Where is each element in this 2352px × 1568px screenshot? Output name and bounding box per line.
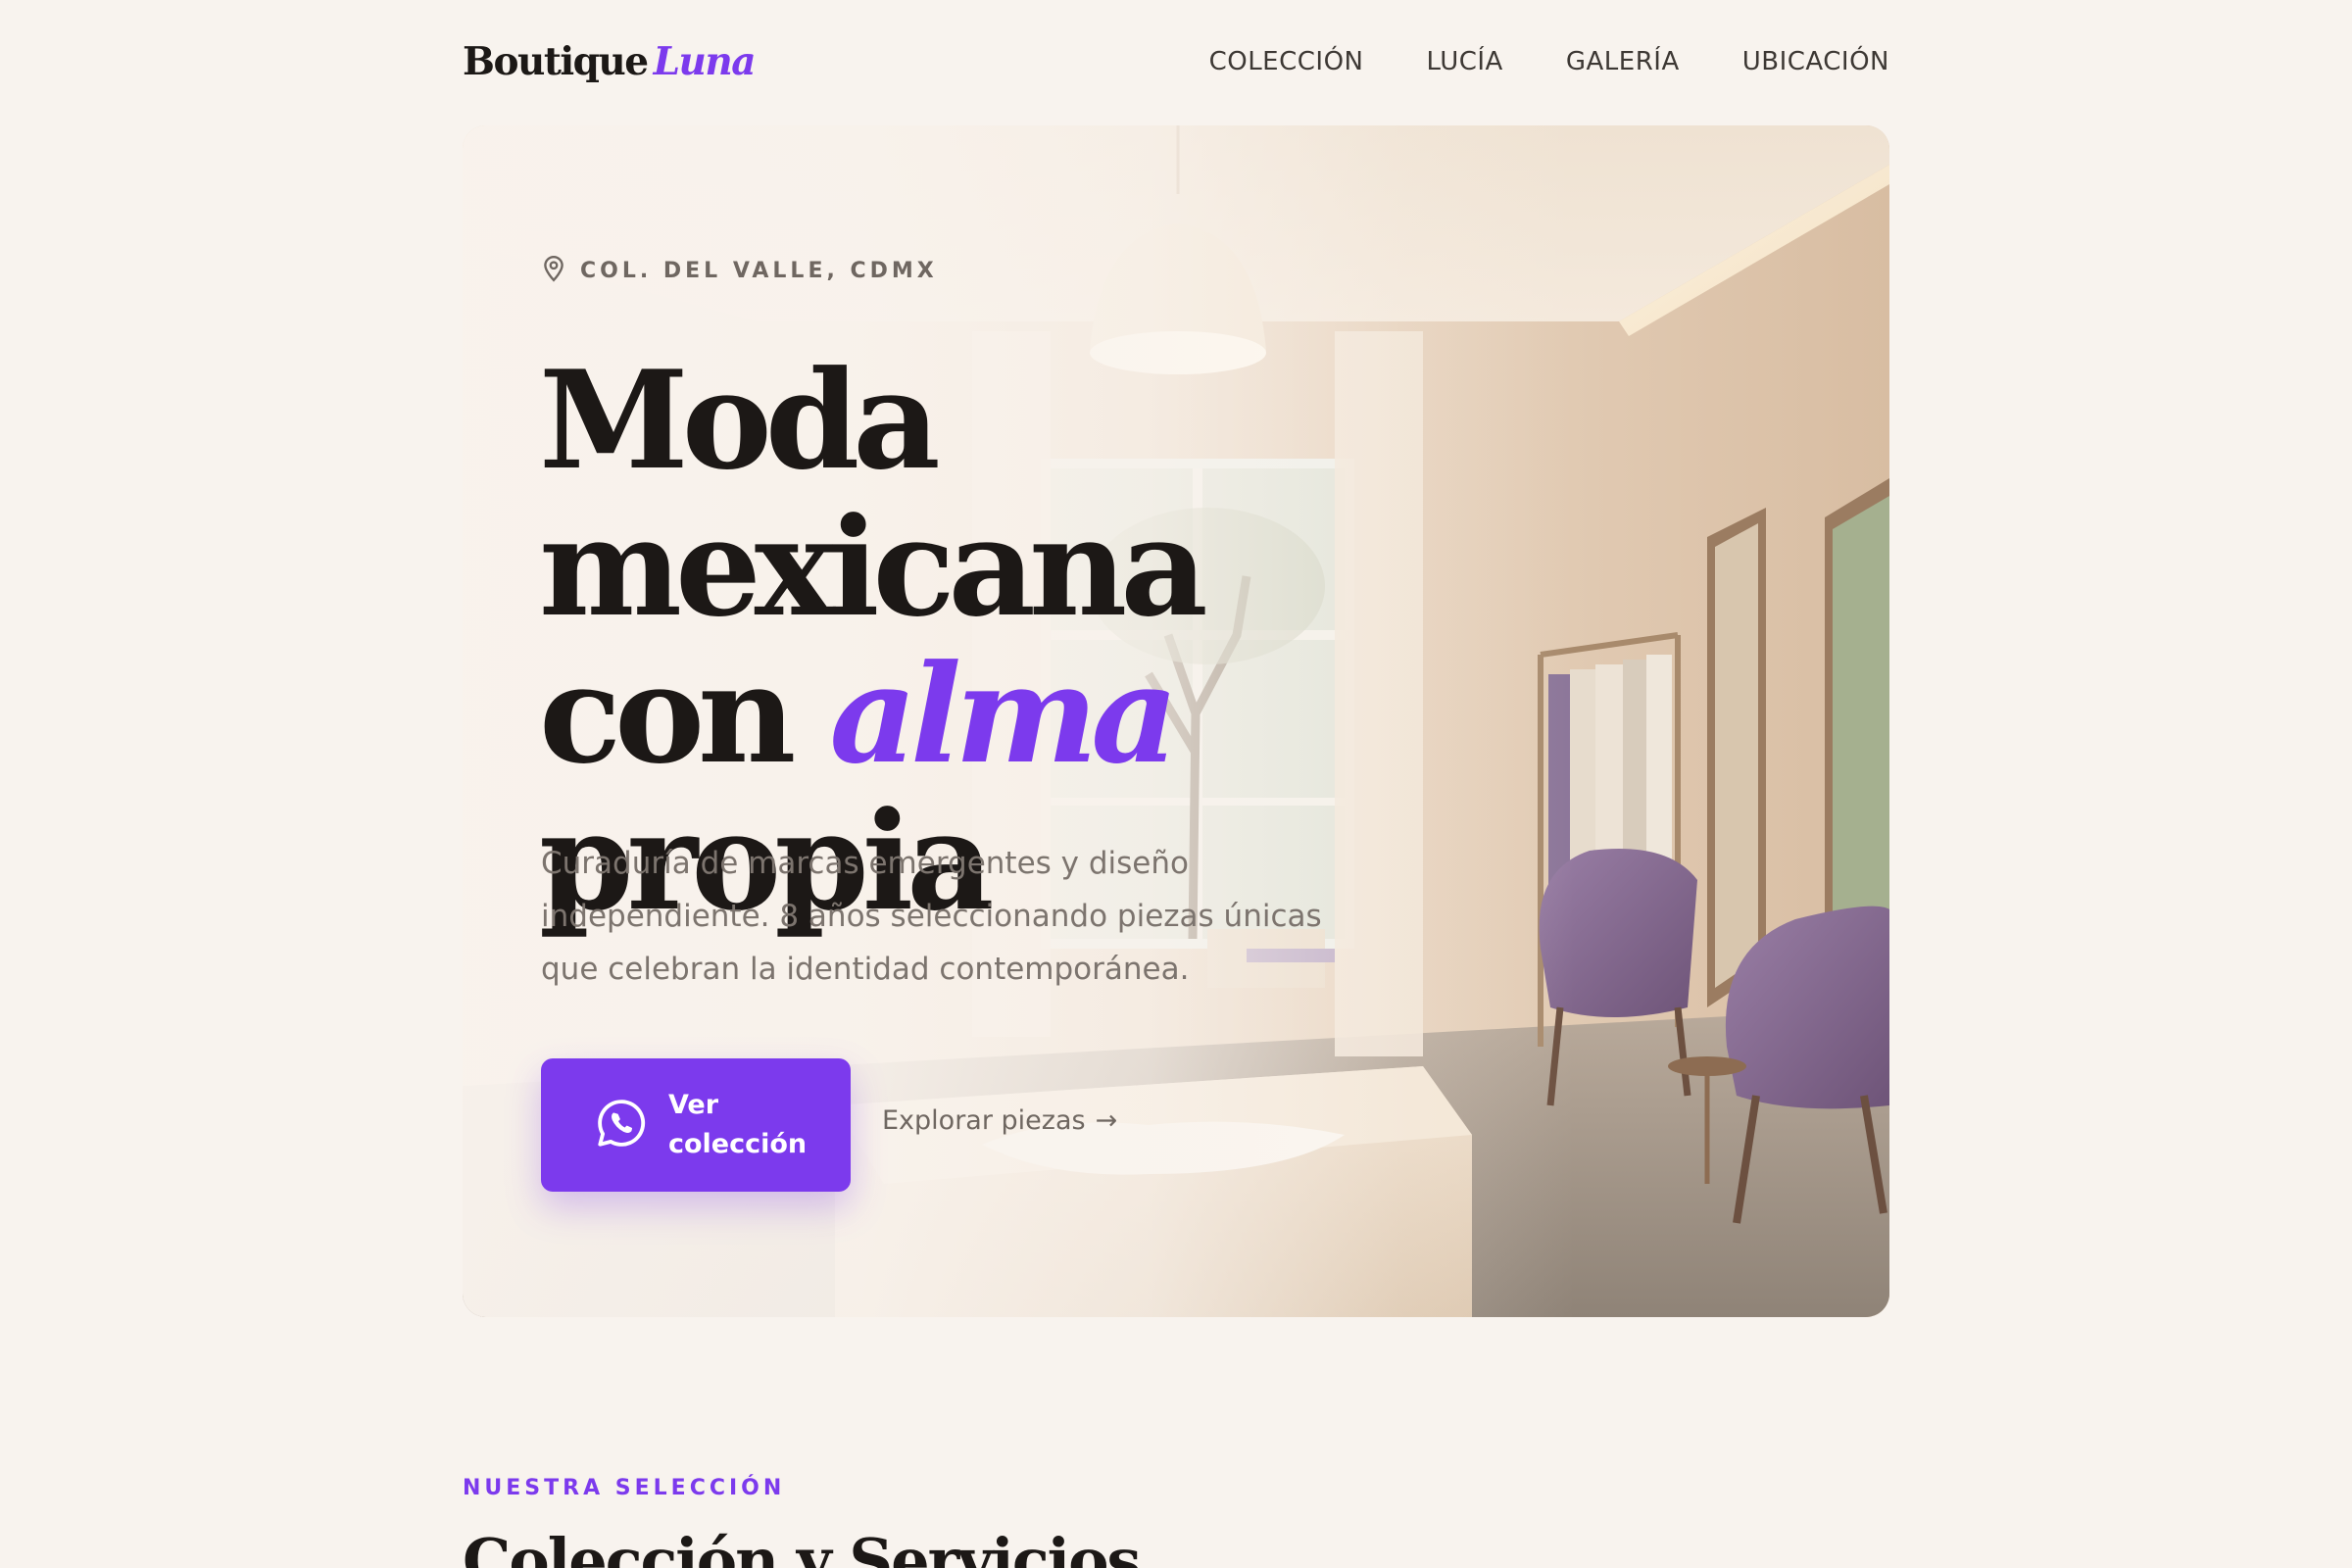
explore-pieces-link[interactable]: Explorar piezas → [882,1105,1117,1136]
hero-card: COL. DEL VALLE, CDMX Moda mexicana con a… [463,125,1889,1317]
page: Boutique Luna COLECCIÓN LUCÍA GALERÍA UBI… [0,0,2352,1568]
headline-line-1: Moda mexicana [539,340,1208,647]
location-tag: COL. DEL VALLE, CDMX [541,255,938,286]
location-label: COL. DEL VALLE, CDMX [580,258,938,283]
nav-link-ubicacion[interactable]: UBICACIÓN [1742,47,1889,76]
whatsapp-icon [594,1096,649,1154]
headline-accent-word: alma [829,634,1178,794]
hero-subtext: Curaduría de marcas emergentes y diseño … [541,846,1322,987]
section-eyebrow: NUESTRA SELECCIÓN [463,1476,786,1500]
map-pin-icon [541,255,566,286]
nav-link-galeria[interactable]: GALERÍA [1566,47,1680,76]
section-title: Colección y Servicios [463,1525,1141,1568]
brand-name: Boutique [463,39,649,84]
top-nav: Boutique Luna COLECCIÓN LUCÍA GALERÍA UBI… [463,37,1889,86]
brand-accent: Luna [653,39,757,84]
view-collection-button[interactable]: Ver colección [541,1058,851,1192]
headline-line-2-prefix: con [539,634,796,794]
brand-logo[interactable]: Boutique Luna [463,39,757,84]
arrow-right-icon: → [1095,1105,1118,1136]
explore-pieces-label: Explorar piezas [882,1105,1086,1136]
nav-links: COLECCIÓN LUCÍA GALERÍA UBICACIÓN [1209,47,1889,76]
nav-link-coleccion[interactable]: COLECCIÓN [1209,47,1364,76]
nav-link-lucia[interactable]: LUCÍA [1427,47,1503,76]
view-collection-label: Ver colección [668,1090,808,1159]
